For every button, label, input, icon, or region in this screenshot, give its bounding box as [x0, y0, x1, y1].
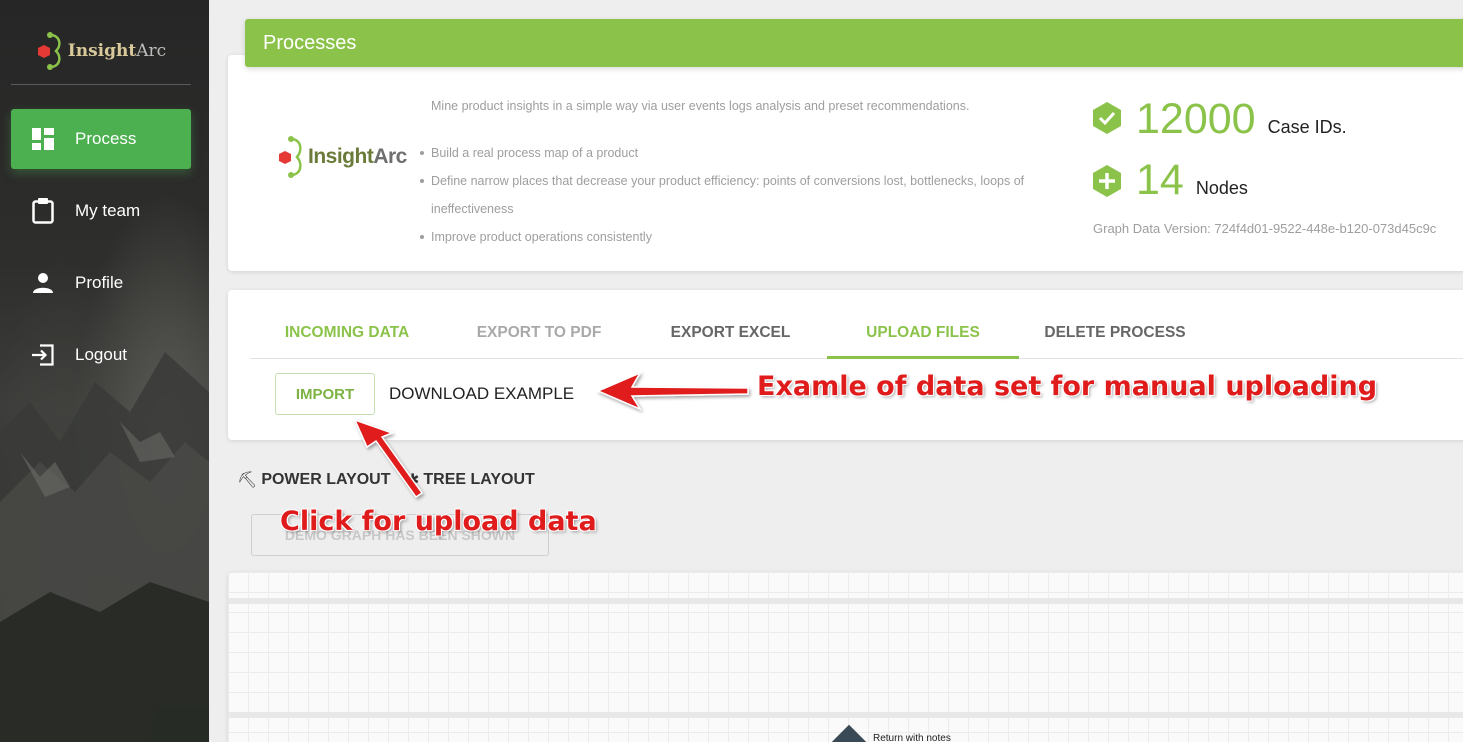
insightarc-logo-icon [279, 136, 302, 178]
case-ids-label: Case IDs. [1267, 117, 1347, 137]
sidebar-item-my-team[interactable]: My team [11, 181, 191, 241]
nodes-stat: 14 Nodes [1092, 159, 1248, 202]
sidebar-item-label: Logout [75, 345, 127, 364]
sidebar-item-label: Process [75, 129, 137, 148]
logout-icon [11, 344, 75, 366]
import-annotation: Click for upload data [280, 506, 597, 537]
plus-hexagon-icon [1093, 165, 1121, 197]
sidebar-item-label: My team [75, 201, 141, 220]
tab-incoming-data[interactable]: INCOMING DATA [250, 308, 444, 358]
brand-logo[interactable]: InsightArc [11, 18, 191, 84]
card-logo-text: InsightArc [308, 145, 407, 168]
graph-band [228, 712, 1463, 718]
insightarc-logo-icon [37, 32, 61, 70]
tab-export-excel[interactable]: EXPORT EXCEL [634, 308, 827, 358]
sidebar-item-logout[interactable]: Logout [11, 325, 191, 385]
page-header: Processes [245, 19, 1463, 67]
graph-data-version: Graph Data Version: 724f4d01-9522-448e-b… [1093, 221, 1437, 236]
graph-node-label: Return with notes [873, 733, 951, 742]
sidebar-item-process[interactable]: Process [11, 109, 191, 169]
process-info-card: InsightArc Mine product insights in a si… [228, 55, 1463, 271]
download-annotation: Examle of data set for manual uploading [757, 371, 1378, 402]
actions-card: INCOMING DATA EXPORT TO PDF EXPORT EXCEL… [228, 290, 1463, 440]
process-description: Mine product insights in a simple way vi… [431, 99, 970, 113]
case-ids-count: 12000 [1136, 95, 1256, 143]
tree-layout-button[interactable]: ✱ TREE LAYOUT [406, 470, 535, 490]
sidebar: InsightArc Process My team Profile Logou… [0, 0, 209, 742]
import-button[interactable]: IMPORT [275, 373, 375, 415]
case-ids-stat: 12000 Case IDs. [1092, 98, 1347, 141]
clipboard-icon [11, 198, 75, 224]
person-icon [11, 272, 75, 294]
tree-icon: ✱ [406, 472, 420, 489]
graph-node[interactable] [827, 724, 871, 742]
active-tab-indicator [827, 356, 1019, 359]
list-item: Improve product operations consistently [420, 223, 1031, 251]
process-graph-canvas[interactable]: Return with notes [228, 572, 1463, 742]
tab-export-to-pdf[interactable]: EXPORT TO PDF [444, 308, 634, 358]
list-item: Build a real process map of a product [420, 139, 1031, 167]
graph-band [228, 598, 1463, 604]
sidebar-item-profile[interactable]: Profile [11, 253, 191, 313]
list-item: Define narrow places that decrease your … [420, 167, 1031, 223]
power-layout-label: POWER LAYOUT [261, 471, 391, 488]
tree-layout-label: TREE LAYOUT [423, 471, 535, 488]
check-hexagon-icon [1093, 102, 1121, 134]
pickaxe-icon: ⛏ [237, 472, 258, 489]
tab-upload-files[interactable]: UPLOAD FILES [827, 308, 1019, 358]
page-title: Processes [263, 31, 357, 54]
dashboard-icon [11, 128, 75, 150]
feature-list: Build a real process map of a product De… [420, 139, 1031, 251]
download-example-link[interactable]: DOWNLOAD EXAMPLE [389, 373, 574, 415]
tab-delete-process[interactable]: DELETE PROCESS [1019, 308, 1211, 358]
power-layout-button[interactable]: ⛏ POWER LAYOUT [237, 470, 391, 490]
nodes-count: 14 [1136, 156, 1184, 204]
brand-name: InsightArc [67, 41, 167, 61]
card-logo: InsightArc [278, 135, 407, 179]
sidebar-item-label: Profile [75, 273, 124, 292]
nodes-label: Nodes [1195, 178, 1248, 198]
brand-divider [11, 84, 191, 85]
